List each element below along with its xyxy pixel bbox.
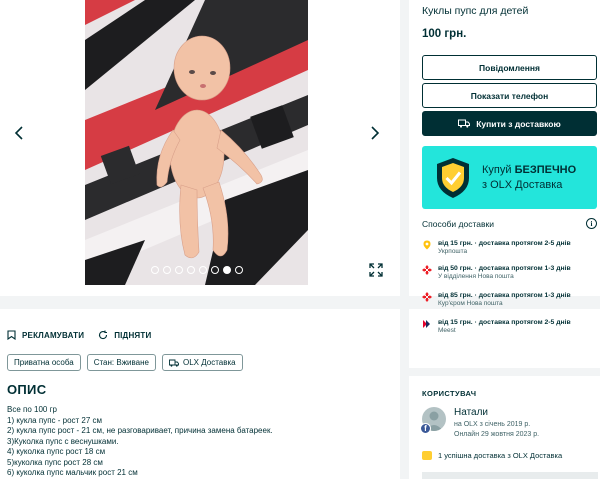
gallery-dot[interactable] bbox=[187, 266, 195, 274]
listing-tags: Приватна особа Стан: Вживане OLX Доставк… bbox=[7, 354, 243, 371]
shield-check-icon bbox=[437, 157, 469, 198]
delivery-card-continued: від 15 грн. · доставка протягом 2-5 днів… bbox=[409, 309, 600, 368]
tag-olx-delivery[interactable]: OLX Доставка bbox=[162, 354, 243, 371]
ukrposhta-icon bbox=[423, 240, 431, 250]
description-line: 3)Куколка пупс с веснушками. bbox=[7, 436, 119, 446]
description-line: 4) куколка пупс рост 18 см bbox=[7, 447, 106, 456]
tag-olx-delivery-label: OLX Доставка bbox=[183, 358, 236, 367]
gallery-dot[interactable] bbox=[163, 266, 171, 274]
meest-icon bbox=[423, 320, 430, 328]
info-icon[interactable]: i bbox=[586, 218, 597, 229]
photo-gallery bbox=[0, 0, 400, 296]
banner-line2: з OLX Доставка bbox=[482, 178, 563, 191]
delivery-option-ukrposhta: від 15 грн. · доставка протягом 2-5 днів… bbox=[422, 239, 571, 256]
listing-photo[interactable] bbox=[85, 0, 308, 285]
nova-poshta-icon bbox=[422, 265, 432, 275]
delivery-option-main: від 15 грн. · доставка протягом 2-5 днів bbox=[438, 240, 571, 247]
description-text: Все по 100 гр 1) кукла пупс - рост 27 см… bbox=[7, 405, 273, 479]
advertise-label: РЕКЛАМУВАТИ bbox=[22, 330, 85, 340]
nova-poshta-icon bbox=[422, 292, 432, 302]
delivery-option-sub: У відділення Нова пошта bbox=[438, 273, 514, 280]
delivery-option-main: від 15 грн. · доставка протягом 2-5 днів bbox=[438, 319, 571, 326]
seller-name[interactable]: Натали bbox=[454, 407, 488, 418]
raise-button[interactable]: ПІДНЯТИ bbox=[98, 330, 151, 340]
banner-line1: Купуй БЕЗПЕЧНО bbox=[482, 163, 576, 178]
listing-actions: РЕКЛАМУВАТИ ПІДНЯТИ bbox=[7, 330, 151, 340]
successful-deliveries: 1 успішна доставка з OLX Доставка bbox=[422, 451, 562, 460]
gallery-dot-active[interactable] bbox=[223, 266, 231, 274]
banner-bold: БЕЗПЕЧНО bbox=[514, 163, 577, 176]
successful-deliveries-label: 1 успішна доставка з OLX Доставка bbox=[438, 451, 563, 460]
description-title: ОПИС bbox=[7, 382, 47, 397]
description-line: 6) куколка пупс мальчик рост 21 см bbox=[7, 468, 138, 477]
delivery-methods-heading: Способи доставки i bbox=[422, 218, 597, 229]
listing-title: Куклы пупс для детей bbox=[422, 5, 529, 17]
delivery-option-sub: Meest bbox=[438, 327, 456, 334]
seller-last-online: Онлайн 29 жовтня 2023 р. bbox=[454, 431, 540, 438]
delivery-heading-label: Способи доставки bbox=[422, 218, 494, 229]
gallery-dot[interactable] bbox=[199, 266, 207, 274]
gallery-dots bbox=[151, 266, 243, 274]
description-line: 5)куколка пупс рост 28 см bbox=[7, 457, 103, 467]
advertise-button[interactable]: РЕКЛАМУВАТИ bbox=[7, 330, 84, 340]
bookmark-icon bbox=[7, 330, 16, 340]
raise-label: ПІДНЯТИ bbox=[114, 330, 152, 340]
delivery-option-main: від 50 грн. · доставка протягом 1-3 днів bbox=[438, 265, 571, 272]
delivery-option-main: від 85 грн. · доставка протягом 1-3 днів bbox=[438, 292, 571, 299]
message-button[interactable]: Повідомлення bbox=[422, 55, 597, 80]
chevron-right-icon[interactable] bbox=[366, 124, 384, 142]
gallery-dot[interactable] bbox=[235, 266, 243, 274]
description-line: Все по 100 гр bbox=[7, 405, 57, 414]
delivery-option-sub: Укрпошта bbox=[438, 248, 468, 255]
truck-icon bbox=[169, 359, 179, 367]
tag-condition[interactable]: Стан: Вживане bbox=[86, 354, 156, 371]
truck-icon bbox=[458, 119, 471, 128]
gallery-dot[interactable] bbox=[211, 266, 219, 274]
buy-with-delivery-label: Купити з доставкою bbox=[476, 118, 561, 129]
tag-seller-type[interactable]: Приватна особа bbox=[7, 354, 81, 371]
refresh-icon bbox=[99, 330, 108, 340]
safe-delivery-banner[interactable]: Купуй БЕЗПЕЧНО з OLX Доставка bbox=[422, 146, 597, 209]
expand-icon[interactable] bbox=[369, 263, 383, 277]
delivery-option-nova-poshta-courier: від 85 грн. · доставка протягом 1-3 днів… bbox=[422, 291, 571, 308]
seller-label: КОРИСТУВАЧ bbox=[422, 389, 477, 398]
description-line: 2) кукла пупс рост - 21 см, не разговари… bbox=[7, 426, 273, 435]
facebook-icon: f bbox=[420, 423, 431, 434]
gallery-dot[interactable] bbox=[175, 266, 183, 274]
banner-prefix: Купуй bbox=[482, 163, 515, 176]
listing-info-card: РЕКЛАМУВАТИ ПІДНЯТИ Приватна особа Стан:… bbox=[0, 309, 400, 479]
description-line: 1) кукла пупс - рост 27 см bbox=[7, 415, 103, 425]
seller-since: на OLX з січень 2019 р. bbox=[454, 421, 531, 428]
show-phone-button[interactable]: Показати телефон bbox=[422, 83, 597, 108]
buy-with-delivery-button[interactable]: Купити з доставкою bbox=[422, 111, 597, 136]
seller-card-footer bbox=[422, 472, 598, 479]
banner-text: Купуй БЕЗПЕЧНО з OLX Доставка bbox=[482, 163, 576, 193]
delivery-option-sub: Кур'єром Нова пошта bbox=[438, 300, 503, 307]
delivery-box-icon bbox=[422, 451, 432, 460]
price-card: Куклы пупс для детей 100 грн. Повідомлен… bbox=[409, 0, 600, 307]
listing-price: 100 грн. bbox=[422, 28, 467, 40]
delivery-option-meest: від 15 грн. · доставка протягом 2-5 днів… bbox=[422, 318, 571, 335]
delivery-option-nova-poshta-branch: від 50 грн. · доставка протягом 1-3 днів… bbox=[422, 264, 571, 281]
seller-card: КОРИСТУВАЧ f Натали на OLX з січень 2019… bbox=[409, 376, 600, 479]
chevron-left-icon[interactable] bbox=[10, 124, 28, 142]
gallery-dot[interactable] bbox=[151, 266, 159, 274]
